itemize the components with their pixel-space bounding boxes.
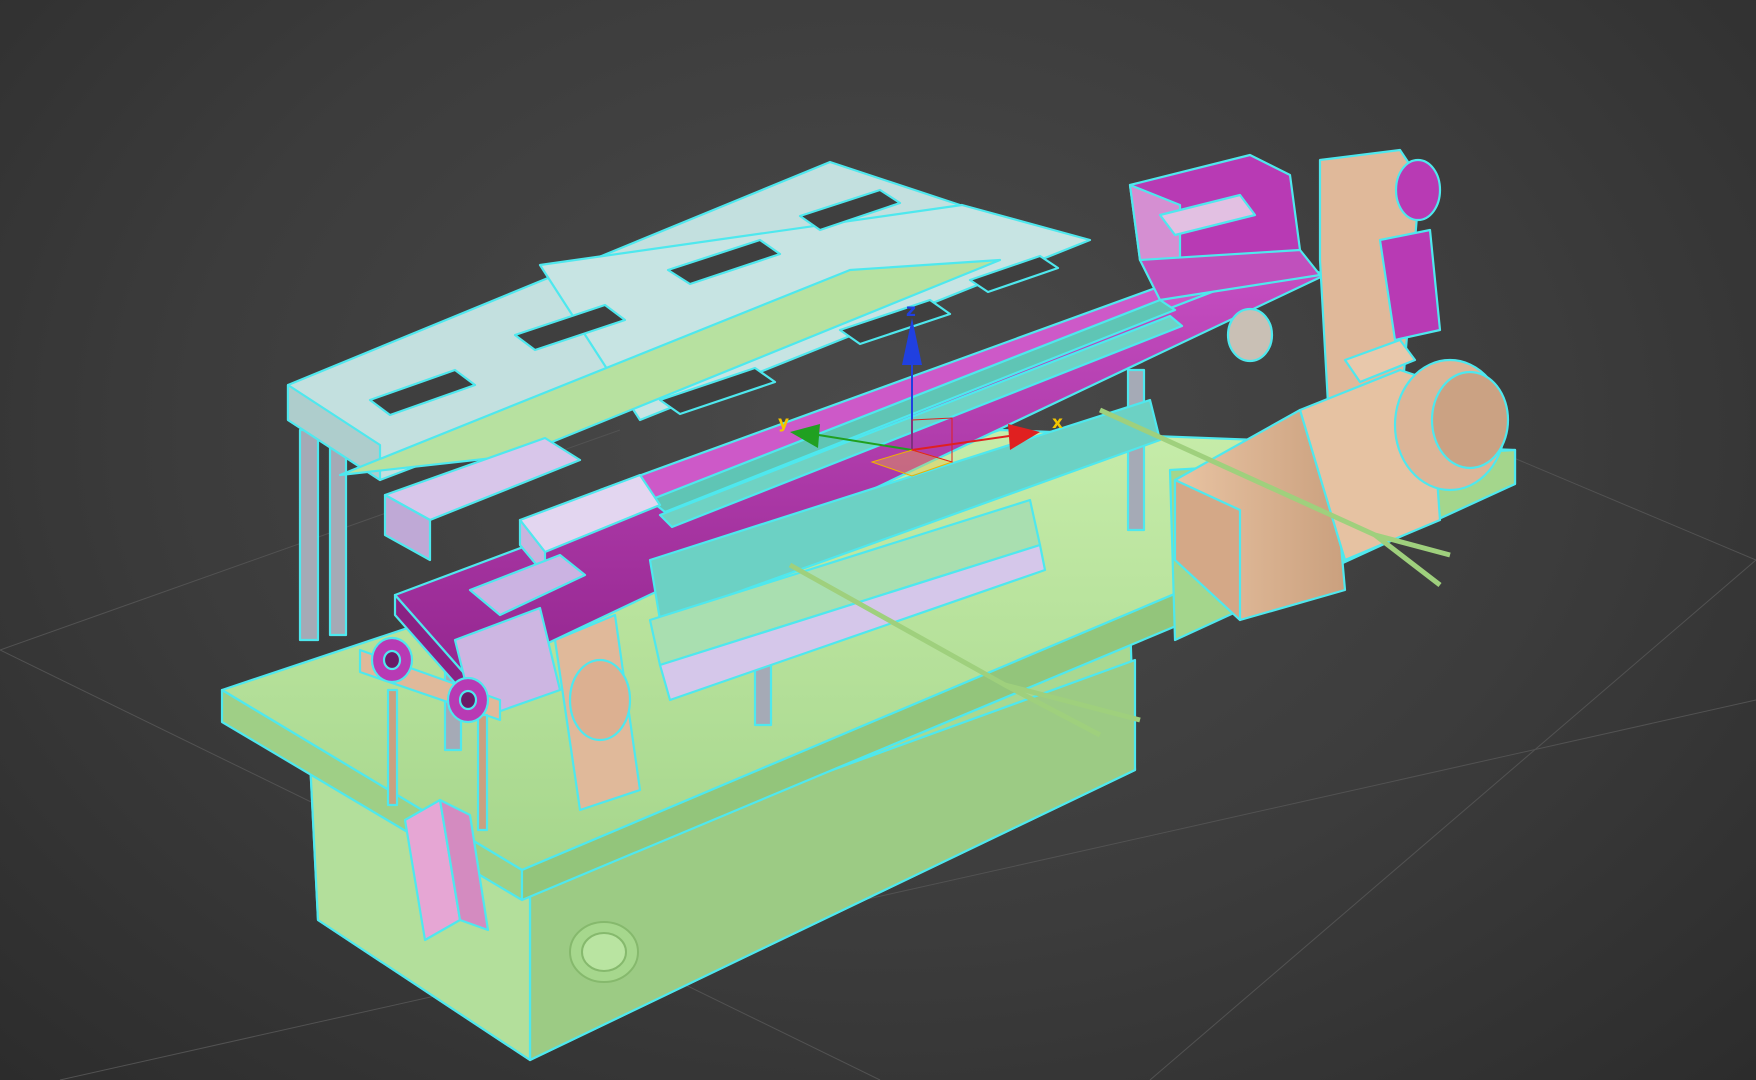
z-axis-label: z <box>906 301 916 321</box>
scene-canvas[interactable]: z y x <box>0 0 1756 1080</box>
3d-viewport[interactable]: z y x <box>0 0 1756 1080</box>
rear-clamp[interactable] <box>1128 153 1322 302</box>
y-axis-label: y <box>778 413 789 433</box>
x-axis-label: x <box>1052 413 1063 433</box>
machine-assembly[interactable] <box>220 148 1517 1062</box>
